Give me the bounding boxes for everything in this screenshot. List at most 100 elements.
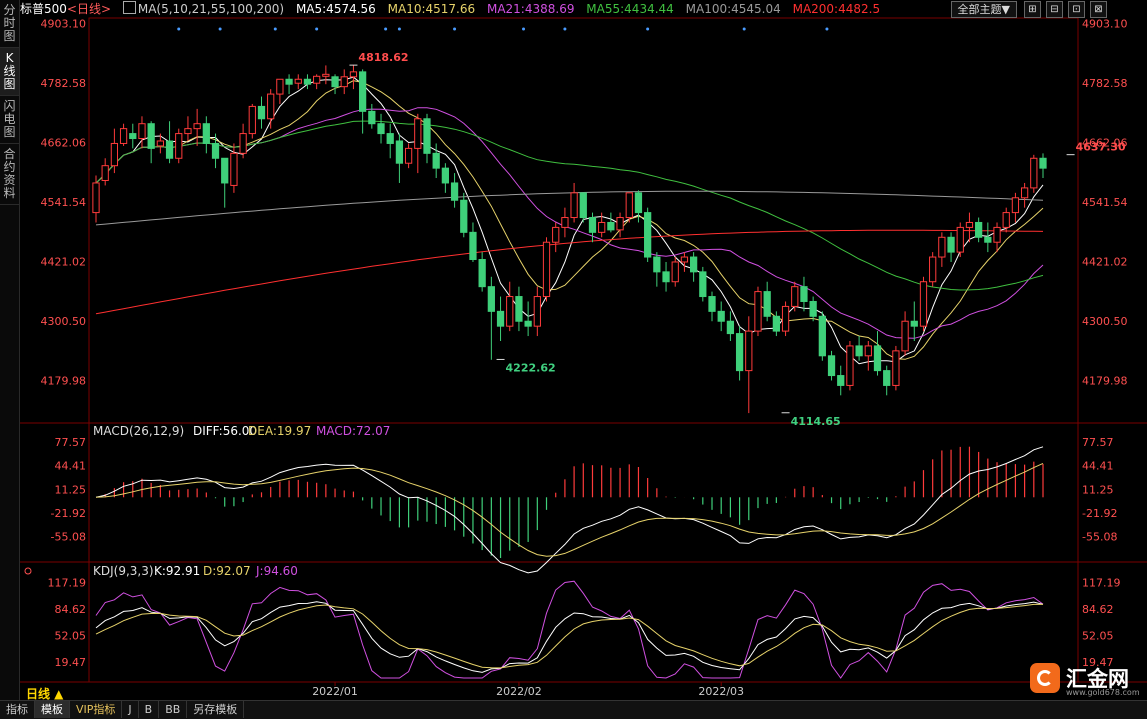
tab-save-template[interactable]: 另存模板: [187, 701, 245, 718]
macd-y-left-11.25: 11.25: [55, 483, 87, 496]
candle-body-55: [598, 221, 606, 233]
candle-body-30: [368, 110, 376, 125]
candle-body-53: [579, 192, 587, 219]
candle-body-54: [588, 217, 597, 233]
candle-body-35: [414, 118, 422, 149]
x-tick-2022/01: 2022/01: [312, 685, 358, 698]
macd-y-right--55.08: -55.08: [1082, 531, 1117, 544]
tab-templates[interactable]: 模板: [35, 701, 70, 718]
candle-body-14: [221, 157, 229, 184]
tab-contract-info[interactable]: 合约资料: [0, 144, 19, 205]
macd-y-left-77.57: 77.57: [55, 436, 87, 449]
candle-body-58: [625, 192, 633, 219]
candle-body-89: [910, 320, 918, 327]
candle-body-99: [1002, 212, 1010, 228]
candle-body-0: [92, 182, 100, 214]
candle-body-102: [1030, 157, 1038, 189]
ma10-line: [95, 80, 1044, 360]
close-icon[interactable]: ⊠: [1090, 1, 1107, 18]
tab-kline[interactable]: K线图: [0, 48, 19, 96]
kdj-y-right-117.19: 117.19: [1082, 576, 1121, 589]
tab-vip-indicators[interactable]: VIP指标: [70, 701, 123, 718]
candle-body-49: [542, 241, 551, 298]
candle-body-87: [892, 350, 900, 386]
tab-b[interactable]: B: [139, 701, 160, 718]
candle-body-5: [138, 123, 146, 140]
candle-body-47: [524, 320, 532, 327]
candle-body-20: [276, 78, 284, 95]
candle-body-81: [837, 375, 845, 386]
candle-body-64: [680, 256, 689, 263]
ma21-value: MA21:4388.69: [486, 2, 575, 16]
kdj-j-line: [95, 580, 1044, 679]
candle-body-38: [441, 167, 450, 184]
candle-body-8: [165, 140, 174, 159]
y-tick-right-4903.10: 4903.10: [1082, 17, 1128, 30]
candle-body-48: [533, 296, 541, 327]
candle-body-44: [496, 310, 505, 327]
kdj-y-left-19.47: 19.47: [55, 656, 87, 669]
tab-indicators[interactable]: 指标: [0, 701, 35, 718]
candle-body-34: [404, 147, 413, 164]
event-dot-7: [522, 27, 526, 31]
candle-body-18: [257, 105, 266, 120]
candle-body-77: [800, 286, 808, 302]
candle-body-43: [487, 286, 495, 312]
macd-y-right-44.41: 44.41: [1082, 460, 1114, 473]
kdj-k-value: K:92.91: [154, 564, 200, 578]
ma5-value: MA5:4574.56: [295, 2, 376, 16]
candle-body-71: [745, 330, 753, 372]
candle-body-90: [919, 281, 928, 327]
candle-body-92: [938, 236, 946, 258]
candle-body-16: [239, 133, 247, 154]
event-dot-10: [742, 27, 746, 31]
y-tick-left-4903.10: 4903.10: [41, 17, 87, 30]
candle-body-72: [754, 291, 762, 332]
candle-body-52: [570, 192, 578, 219]
ma-icon[interactable]: [122, 1, 136, 14]
symbol-label[interactable]: 标普500: [20, 2, 67, 16]
event-dot-11: [825, 27, 829, 31]
candle-body-93: [947, 236, 955, 253]
candle-body-40: [460, 199, 468, 233]
candle-body-63: [671, 261, 679, 283]
candle-body-61: [653, 256, 661, 273]
kdj-j-value: J:94.60: [255, 564, 298, 578]
candle-body-37: [432, 152, 440, 169]
kdj-y-left-84.62: 84.62: [55, 603, 87, 616]
minimize-icon[interactable]: ⊟: [1046, 1, 1063, 18]
candle-body-98: [993, 226, 1001, 243]
candle-body-17: [248, 105, 256, 135]
candle-body-101: [1020, 187, 1029, 199]
restore-icon[interactable]: ⊡: [1068, 1, 1085, 18]
ma55-line: [95, 120, 1044, 291]
tab-j[interactable]: J: [122, 701, 139, 718]
candle-body-86: [883, 370, 891, 386]
logo-icon: [1030, 663, 1060, 693]
theme-dropdown[interactable]: 全部主题▼: [950, 1, 1017, 18]
macd-y-left--55.08: -55.08: [51, 531, 86, 544]
macd-y-left-44.41: 44.41: [55, 460, 87, 473]
candle-body-33: [395, 140, 404, 164]
tab-timeshare[interactable]: 分时图: [0, 0, 19, 48]
kdj-d-line: [95, 603, 1043, 669]
period-label[interactable]: <日线>: [67, 2, 111, 16]
logo-url: www.gold678.com: [1066, 688, 1140, 697]
layout-icon[interactable]: ⊞: [1024, 1, 1041, 18]
macd-dea-line: [95, 462, 1044, 557]
candle-body-59: [634, 192, 643, 214]
y-tick-left-4421.02: 4421.02: [41, 255, 87, 268]
candle-body-7: [156, 140, 164, 147]
candle-body-41: [469, 231, 477, 261]
kdj-y-left-52.05: 52.05: [55, 630, 87, 643]
candle-body-76: [791, 286, 799, 307]
tab-flash[interactable]: 闪电图: [0, 96, 19, 144]
candle-body-22: [294, 78, 302, 84]
candle-body-13: [211, 142, 220, 159]
event-dot-3: [315, 27, 319, 31]
macd-dea-value: DEA:19.97: [248, 424, 311, 438]
macd-y-right--21.92: -21.92: [1082, 507, 1117, 520]
plot-frame: [88, 17, 1079, 683]
candle-body-6: [147, 123, 155, 149]
tab-bb[interactable]: BB: [159, 701, 188, 718]
